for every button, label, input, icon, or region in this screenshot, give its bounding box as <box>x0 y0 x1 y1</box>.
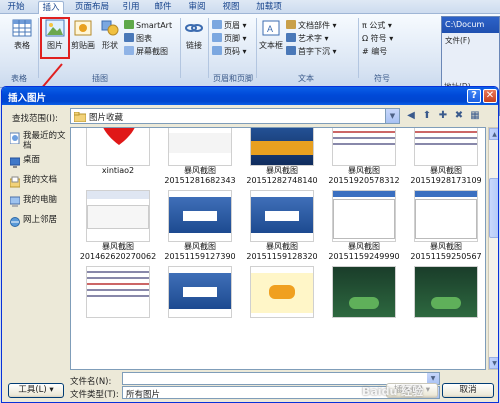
file-thumbnail: 10 <box>168 128 232 166</box>
place-my-computer[interactable]: 我的电脑 <box>8 193 70 215</box>
file-thumbnail <box>414 128 478 166</box>
file-item[interactable]: 暴风截图 20151159249990 <box>323 190 405 262</box>
file-thumbnail <box>250 190 314 242</box>
file-thumbnail-list[interactable]: xintiao210暴风截图20151281682343暴风截图20151282… <box>70 127 486 370</box>
my-documents-icon <box>10 176 20 188</box>
scroll-down-icon[interactable]: ▼ <box>489 357 498 369</box>
file-thumbnail <box>332 266 396 318</box>
file-name: 暴风截图 <box>348 166 380 175</box>
up-folder-icon[interactable]: ⬆ <box>420 109 434 123</box>
file-item[interactable] <box>323 266 405 318</box>
file-item[interactable]: 暴风截图 20151928173109 <box>405 128 485 186</box>
help-icon: ? <box>471 90 477 101</box>
file-item[interactable]: 暴风截图 201462620270062 <box>77 190 159 262</box>
file-thumbnail <box>86 128 150 166</box>
network-icon <box>10 217 20 227</box>
file-name: 暴风截图 <box>430 242 462 251</box>
file-item[interactable]: 暴风截图 20151282748140 <box>241 128 323 186</box>
file-name-line2: 20151928173109 <box>410 176 482 185</box>
file-name-line2: 20151920578312 <box>328 176 400 185</box>
file-name-label: 文件名(N): <box>70 377 112 387</box>
file-name: 暴风截图 <box>102 242 134 251</box>
file-item[interactable]: 暴风截图 20151920578312 <box>323 128 405 186</box>
file-thumbnail <box>332 128 396 166</box>
file-name: 暴风截图 <box>266 242 298 251</box>
folder-icon <box>74 112 86 122</box>
file-item[interactable] <box>405 266 485 318</box>
places-bar: 我最近的文档 桌面 我的文档 我的电脑 网上邻居 <box>6 127 70 367</box>
file-item[interactable] <box>159 266 241 318</box>
file-name-line2: 20151159250567 <box>410 252 482 261</box>
back-icon[interactable]: ◀ <box>404 109 418 123</box>
file-item[interactable] <box>241 266 323 318</box>
place-network[interactable]: 网上邻居 <box>8 213 70 235</box>
close-button[interactable]: ✕ <box>483 89 497 103</box>
file-name-line2: 20151159249990 <box>328 252 400 261</box>
help-button[interactable]: ? <box>467 89 481 103</box>
file-name: 暴风截图 <box>430 166 462 175</box>
file-thumbnail <box>414 266 478 318</box>
cancel-button[interactable]: 取消 <box>442 383 494 398</box>
recent-documents-icon <box>10 132 20 144</box>
file-list-scrollbar[interactable]: ▲ ▼ <box>488 127 498 370</box>
file-name-line2: 20151159128320 <box>246 252 318 261</box>
file-name-line2: 20151281682343 <box>164 176 236 185</box>
dialog-titlebar: 插入图片 ? ✕ <box>2 87 498 105</box>
new-folder-icon[interactable]: ✚ <box>436 109 450 123</box>
file-item[interactable]: xintiao2 <box>77 128 159 176</box>
look-in-dropdown[interactable]: 图片收藏 ▼ <box>70 108 400 124</box>
place-recent[interactable]: 我最近的文档 <box>8 129 70 151</box>
file-type-label: 文件类型(T): <box>70 390 119 400</box>
file-name: 暴风截图 <box>266 166 298 175</box>
file-item[interactable] <box>77 266 159 318</box>
file-name-line2: 201462620270062 <box>79 252 157 261</box>
file-thumbnail <box>168 190 232 242</box>
file-thumbnail <box>250 266 314 318</box>
place-desktop[interactable]: 桌面 <box>8 153 70 175</box>
file-thumbnail <box>168 266 232 318</box>
file-name: 暴风截图 <box>184 242 216 251</box>
file-item[interactable]: 暴风截图 20151159128320 <box>241 190 323 262</box>
scroll-up-icon[interactable]: ▲ <box>489 128 498 140</box>
file-thumbnail <box>250 128 314 166</box>
look-in-label: 查找范围(I): <box>12 114 59 124</box>
watermark: Baidu 经验 <box>362 385 424 398</box>
file-item[interactable]: 暴风截图 20151159127390 <box>159 190 241 262</box>
file-thumbnail <box>414 190 478 242</box>
file-name: 暴风截图 <box>184 166 216 175</box>
dialog-title: 插入图片 <box>8 93 47 104</box>
file-name: 暴风截图 <box>348 242 380 251</box>
file-type-value: 所有图片 <box>126 390 161 400</box>
tools-button[interactable]: 工具(L) ▾ <box>8 383 64 398</box>
my-computer-icon <box>10 196 20 207</box>
file-thumbnail <box>86 190 150 242</box>
scrollbar-thumb[interactable] <box>489 178 498 238</box>
place-my-documents[interactable]: 我的文档 <box>8 173 70 195</box>
views-icon[interactable]: ▦ <box>468 109 482 123</box>
file-item[interactable]: 10暴风截图20151281682343 <box>159 128 241 186</box>
close-icon: ✕ <box>485 90 495 101</box>
file-name-line2: 20151159127390 <box>164 252 236 261</box>
file-name: xintiao2 <box>101 166 135 175</box>
file-name-line2: 20151282748140 <box>246 176 318 185</box>
file-item[interactable]: 暴风截图 20151159250567 <box>405 190 485 262</box>
tools-dropdown-icon: ▾ <box>49 385 54 395</box>
desktop-icon <box>10 157 20 168</box>
look-in-value: 图片收藏 <box>89 113 124 123</box>
delete-icon[interactable]: ✖ <box>452 109 466 123</box>
file-thumbnail <box>86 266 150 318</box>
file-thumbnail <box>332 190 396 242</box>
chevron-down-icon[interactable]: ▼ <box>385 109 399 123</box>
insert-picture-dialog: 插入图片 ? ✕ 查找范围(I): 图片收藏 ▼ ◀ ⬆ ✚ ✖ ▦ 我最近的文… <box>1 86 499 403</box>
